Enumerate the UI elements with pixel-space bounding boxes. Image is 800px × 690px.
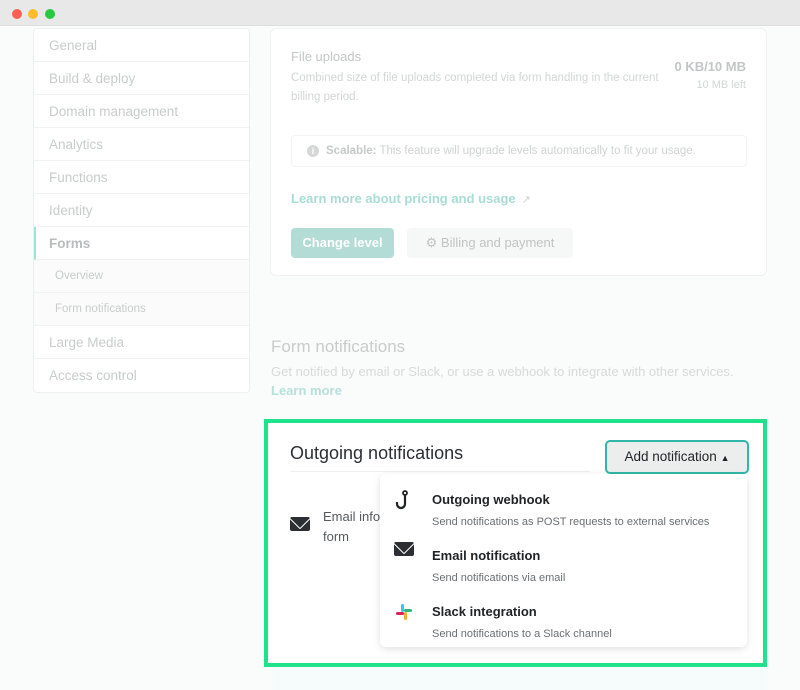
menu-item-title: Outgoing webhook	[432, 492, 550, 507]
usage-card: File uploads Combined size of file uploa…	[270, 28, 767, 276]
pricing-link-label: Learn more about pricing and usage	[291, 191, 516, 206]
menu-item-description: Send notifications via email	[432, 572, 566, 584]
scalable-info-box: i Scalable: This feature will upgrade le…	[291, 135, 747, 167]
sidebar-item-domain-management[interactable]: Domain management	[34, 95, 249, 128]
add-notification-menu: Outgoing webhook Send notifications as P…	[380, 474, 747, 647]
file-uploads-remaining: 10 MB left	[696, 79, 746, 91]
sidebar-subitem-form-notifications[interactable]: Form notifications	[34, 293, 249, 326]
pricing-link[interactable]: Learn more about pricing and usage ↗	[291, 191, 531, 206]
section-description: Get notified by email or Slack, or use a…	[271, 364, 734, 379]
menu-item-description: Send notifications to a Slack channel	[432, 628, 612, 640]
next-section	[273, 668, 767, 690]
sidebar-item-general[interactable]: General	[34, 29, 249, 62]
billing-button-label: Billing and payment	[440, 235, 555, 250]
divider	[290, 471, 590, 472]
email-row-text: Email info	[323, 509, 381, 524]
sidebar-item-functions[interactable]: Functions	[34, 161, 249, 194]
file-uploads-description: Combined size of file uploads completed …	[291, 72, 659, 103]
close-window-button[interactable]	[12, 9, 22, 19]
menu-item-email-notification[interactable]: Email notification Send notifications vi…	[380, 536, 747, 592]
info-text: This feature will upgrade levels automat…	[376, 145, 696, 157]
sidebar-item-access-control[interactable]: Access control	[34, 359, 249, 392]
maximize-window-button[interactable]	[45, 9, 55, 19]
gear-icon: ⚙	[425, 235, 441, 250]
email-notification-row: Email info form	[290, 507, 380, 544]
change-level-button[interactable]: Change level	[291, 228, 394, 258]
add-notification-button[interactable]: Add notification ▲	[605, 440, 749, 474]
chevron-up-icon: ▲	[720, 453, 730, 463]
minimize-window-button[interactable]	[28, 9, 38, 19]
settings-sidebar: General Build & deploy Domain management…	[33, 28, 250, 393]
sidebar-item-analytics[interactable]: Analytics	[34, 128, 249, 161]
add-notification-label: Add notification	[624, 449, 717, 464]
file-uploads-title: File uploads	[291, 49, 362, 64]
slack-icon	[396, 604, 412, 620]
sidebar-subitem-overview[interactable]: Overview	[34, 260, 249, 293]
info-label: Scalable:	[326, 145, 377, 157]
window-titlebar	[0, 0, 800, 26]
envelope-icon	[290, 517, 310, 531]
menu-item-slack-integration[interactable]: Slack integration Send notifications to …	[380, 592, 747, 648]
info-icon: i	[307, 145, 319, 157]
sidebar-item-identity[interactable]: Identity	[34, 194, 249, 227]
hook-icon	[395, 490, 408, 510]
envelope-icon	[394, 542, 414, 556]
sidebar-item-large-media[interactable]: Large Media	[34, 326, 249, 359]
menu-item-outgoing-webhook[interactable]: Outgoing webhook Send notifications as P…	[380, 480, 747, 536]
external-link-icon: ↗	[521, 194, 531, 206]
email-row-text-2: form	[323, 529, 349, 544]
sidebar-item-forms[interactable]: Forms	[34, 227, 249, 260]
menu-item-description: Send notifications as POST requests to e…	[432, 516, 710, 528]
sidebar-item-build-deploy[interactable]: Build & deploy	[34, 62, 249, 95]
learn-more-link[interactable]: Learn more	[271, 383, 342, 398]
section-title: Form notifications	[271, 337, 406, 356]
menu-item-title: Slack integration	[432, 604, 537, 619]
file-uploads-value: 0 KB/10 MB	[674, 59, 746, 74]
outgoing-title: Outgoing notifications	[290, 443, 464, 463]
menu-item-title: Email notification	[432, 548, 541, 563]
billing-button[interactable]: ⚙ Billing and payment	[407, 228, 573, 258]
